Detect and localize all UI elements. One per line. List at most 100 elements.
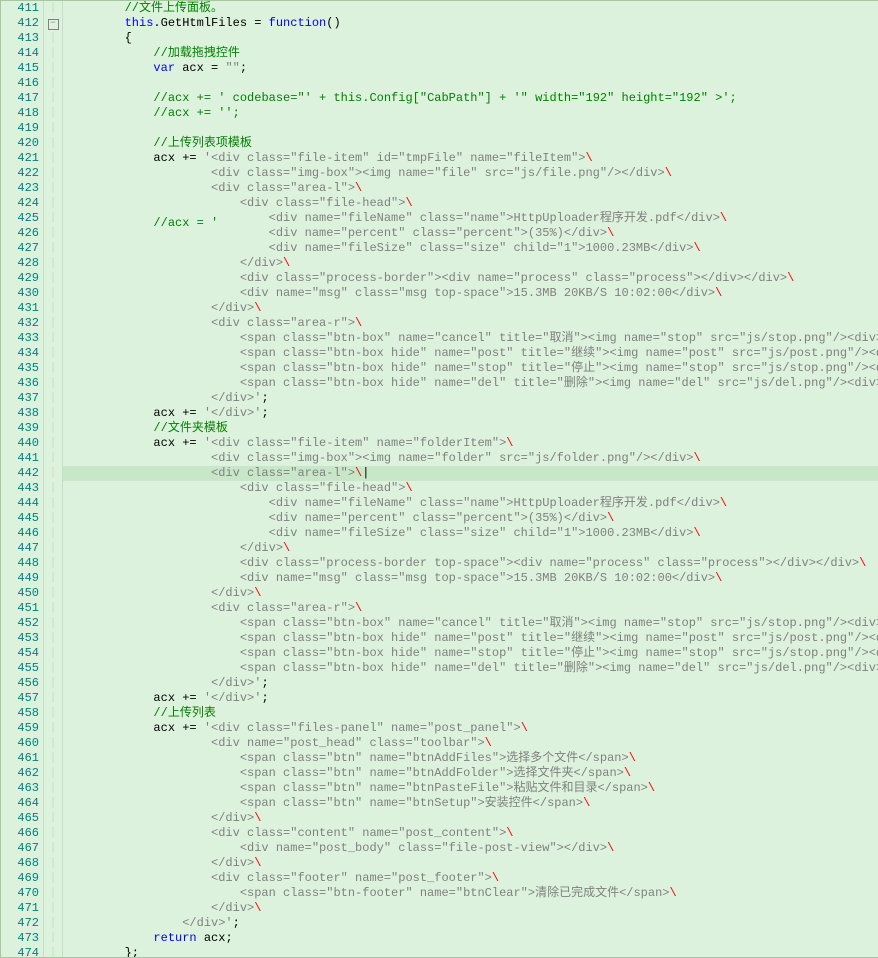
fold-marker[interactable]: | bbox=[44, 466, 62, 481]
line-number[interactable]: 446 bbox=[1, 526, 43, 541]
fold-marker[interactable]: | bbox=[44, 706, 62, 721]
code-line[interactable]: </div>\ bbox=[63, 256, 878, 271]
line-number[interactable]: 439 bbox=[1, 421, 43, 436]
fold-marker[interactable]: | bbox=[44, 691, 62, 706]
code-line[interactable]: <span class="btn" name="btnPasteFile">粘贴… bbox=[63, 781, 878, 796]
fold-marker[interactable]: | bbox=[44, 181, 62, 196]
code-line[interactable]: <span class="btn-box hide" name="del" ti… bbox=[63, 376, 878, 391]
code-line[interactable]: //上传列表 bbox=[63, 706, 878, 721]
fold-marker[interactable]: | bbox=[44, 106, 62, 121]
line-number[interactable]: 451 bbox=[1, 601, 43, 616]
line-number[interactable]: 467 bbox=[1, 841, 43, 856]
line-number[interactable]: 412 bbox=[1, 16, 43, 31]
code-line[interactable]: </div>'; bbox=[63, 676, 878, 691]
fold-marker[interactable]: | bbox=[44, 226, 62, 241]
fold-marker[interactable]: | bbox=[44, 46, 62, 61]
line-number[interactable]: 464 bbox=[1, 796, 43, 811]
fold-marker[interactable]: | bbox=[44, 391, 62, 406]
line-number[interactable]: 474 bbox=[1, 946, 43, 958]
fold-marker[interactable]: | bbox=[44, 481, 62, 496]
line-number[interactable]: 426 bbox=[1, 226, 43, 241]
fold-marker[interactable]: | bbox=[44, 676, 62, 691]
code-line[interactable]: acx += '</div>'; bbox=[63, 406, 878, 421]
fold-marker[interactable]: | bbox=[44, 646, 62, 661]
code-line[interactable]: <div class="process-border top-space"><d… bbox=[63, 556, 878, 571]
line-number[interactable]: 424 bbox=[1, 196, 43, 211]
fold-marker[interactable]: | bbox=[44, 241, 62, 256]
fold-marker[interactable]: | bbox=[44, 661, 62, 676]
fold-marker[interactable]: | bbox=[44, 511, 62, 526]
code-line[interactable]: //文件夹模板 bbox=[63, 421, 878, 436]
fold-marker[interactable]: | bbox=[44, 751, 62, 766]
code-line[interactable]: this.GetHtmlFiles = function() bbox=[63, 16, 878, 31]
fold-marker[interactable]: | bbox=[44, 586, 62, 601]
fold-marker[interactable]: | bbox=[44, 556, 62, 571]
code-line[interactable]: var acx = ""; bbox=[63, 61, 878, 76]
code-line[interactable]: <span class="btn-footer" name="btnClear"… bbox=[63, 886, 878, 901]
line-number[interactable]: 441 bbox=[1, 451, 43, 466]
fold-marker[interactable]: | bbox=[44, 766, 62, 781]
line-number[interactable]: 433 bbox=[1, 331, 43, 346]
code-line[interactable]: <div name="fileName" class="name">HttpUp… bbox=[63, 211, 878, 226]
fold-marker[interactable]: | bbox=[44, 316, 62, 331]
line-number[interactable]: 429 bbox=[1, 271, 43, 286]
line-number[interactable]: 471 bbox=[1, 901, 43, 916]
line-number[interactable]: 420 bbox=[1, 136, 43, 151]
line-number[interactable]: 411 bbox=[1, 1, 43, 16]
code-line[interactable]: </div>\ bbox=[63, 541, 878, 556]
fold-marker[interactable]: | bbox=[44, 841, 62, 856]
code-line[interactable]: <div class="file-head">\ bbox=[63, 481, 878, 496]
fold-marker[interactable]: | bbox=[44, 901, 62, 916]
fold-marker[interactable]: | bbox=[44, 256, 62, 271]
line-number[interactable]: 417 bbox=[1, 91, 43, 106]
line-number[interactable]: 421 bbox=[1, 151, 43, 166]
fold-marker[interactable]: | bbox=[44, 151, 62, 166]
code-line[interactable]: <div class="area-l">\ bbox=[63, 466, 878, 481]
code-line[interactable]: <div name="fileName" class="name">HttpUp… bbox=[63, 496, 878, 511]
line-number[interactable]: 418 bbox=[1, 106, 43, 121]
fold-marker[interactable]: | bbox=[44, 571, 62, 586]
line-number[interactable]: 468 bbox=[1, 856, 43, 871]
line-number[interactable]: 469 bbox=[1, 871, 43, 886]
line-number[interactable]: 447 bbox=[1, 541, 43, 556]
code-line[interactable]: <div name="percent" class="percent">(35%… bbox=[63, 226, 878, 241]
code-line[interactable]: <span class="btn-box hide" name="stop" t… bbox=[63, 646, 878, 661]
fold-marker[interactable]: | bbox=[44, 166, 62, 181]
line-number[interactable]: 448 bbox=[1, 556, 43, 571]
line-number[interactable]: 438 bbox=[1, 406, 43, 421]
line-number[interactable]: 413 bbox=[1, 31, 43, 46]
fold-marker[interactable]: | bbox=[44, 301, 62, 316]
fold-marker[interactable]: | bbox=[44, 436, 62, 451]
fold-marker[interactable]: | bbox=[44, 76, 62, 91]
code-line[interactable]: <div name="post_head" class="toolbar">\ bbox=[63, 736, 878, 751]
fold-marker[interactable]: | bbox=[44, 826, 62, 841]
fold-marker[interactable]: | bbox=[44, 331, 62, 346]
code-line[interactable]: //文件上传面板。 bbox=[63, 1, 878, 16]
code-line[interactable]: </div>'; bbox=[63, 391, 878, 406]
code-line[interactable]: <div class="footer" name="post_footer">\ bbox=[63, 871, 878, 886]
fold-collapse-icon[interactable]: − bbox=[48, 19, 59, 30]
line-number[interactable]: 454 bbox=[1, 646, 43, 661]
line-number[interactable]: 466 bbox=[1, 826, 43, 841]
line-number[interactable]: 460 bbox=[1, 736, 43, 751]
fold-marker[interactable]: | bbox=[44, 406, 62, 421]
code-line[interactable]: //acx = ' bbox=[63, 76, 878, 91]
line-number[interactable]: 423 bbox=[1, 181, 43, 196]
code-line[interactable]: { bbox=[63, 31, 878, 46]
code-line[interactable]: <span class="btn" name="btnAddFiles">选择多… bbox=[63, 751, 878, 766]
code-line[interactable]: acx += '</div>'; bbox=[63, 691, 878, 706]
code-line[interactable]: <div class="area-r">\ bbox=[63, 316, 878, 331]
fold-marker[interactable]: | bbox=[44, 856, 62, 871]
fold-marker[interactable]: | bbox=[44, 136, 62, 151]
line-number[interactable]: 442 bbox=[1, 466, 43, 481]
line-number[interactable]: 434 bbox=[1, 346, 43, 361]
line-number[interactable]: 436 bbox=[1, 376, 43, 391]
code-line[interactable]: <span class="btn-box hide" name="del" ti… bbox=[63, 661, 878, 676]
code-line[interactable]: <span class="btn-box" name="cancel" titl… bbox=[63, 331, 878, 346]
fold-marker[interactable]: | bbox=[44, 1, 62, 16]
code-line[interactable]: <div class="content" name="post_content"… bbox=[63, 826, 878, 841]
fold-marker[interactable]: | bbox=[44, 31, 62, 46]
code-line[interactable]: </div>\ bbox=[63, 901, 878, 916]
fold-marker[interactable]: | bbox=[44, 211, 62, 226]
fold-marker[interactable]: | bbox=[44, 946, 62, 958]
